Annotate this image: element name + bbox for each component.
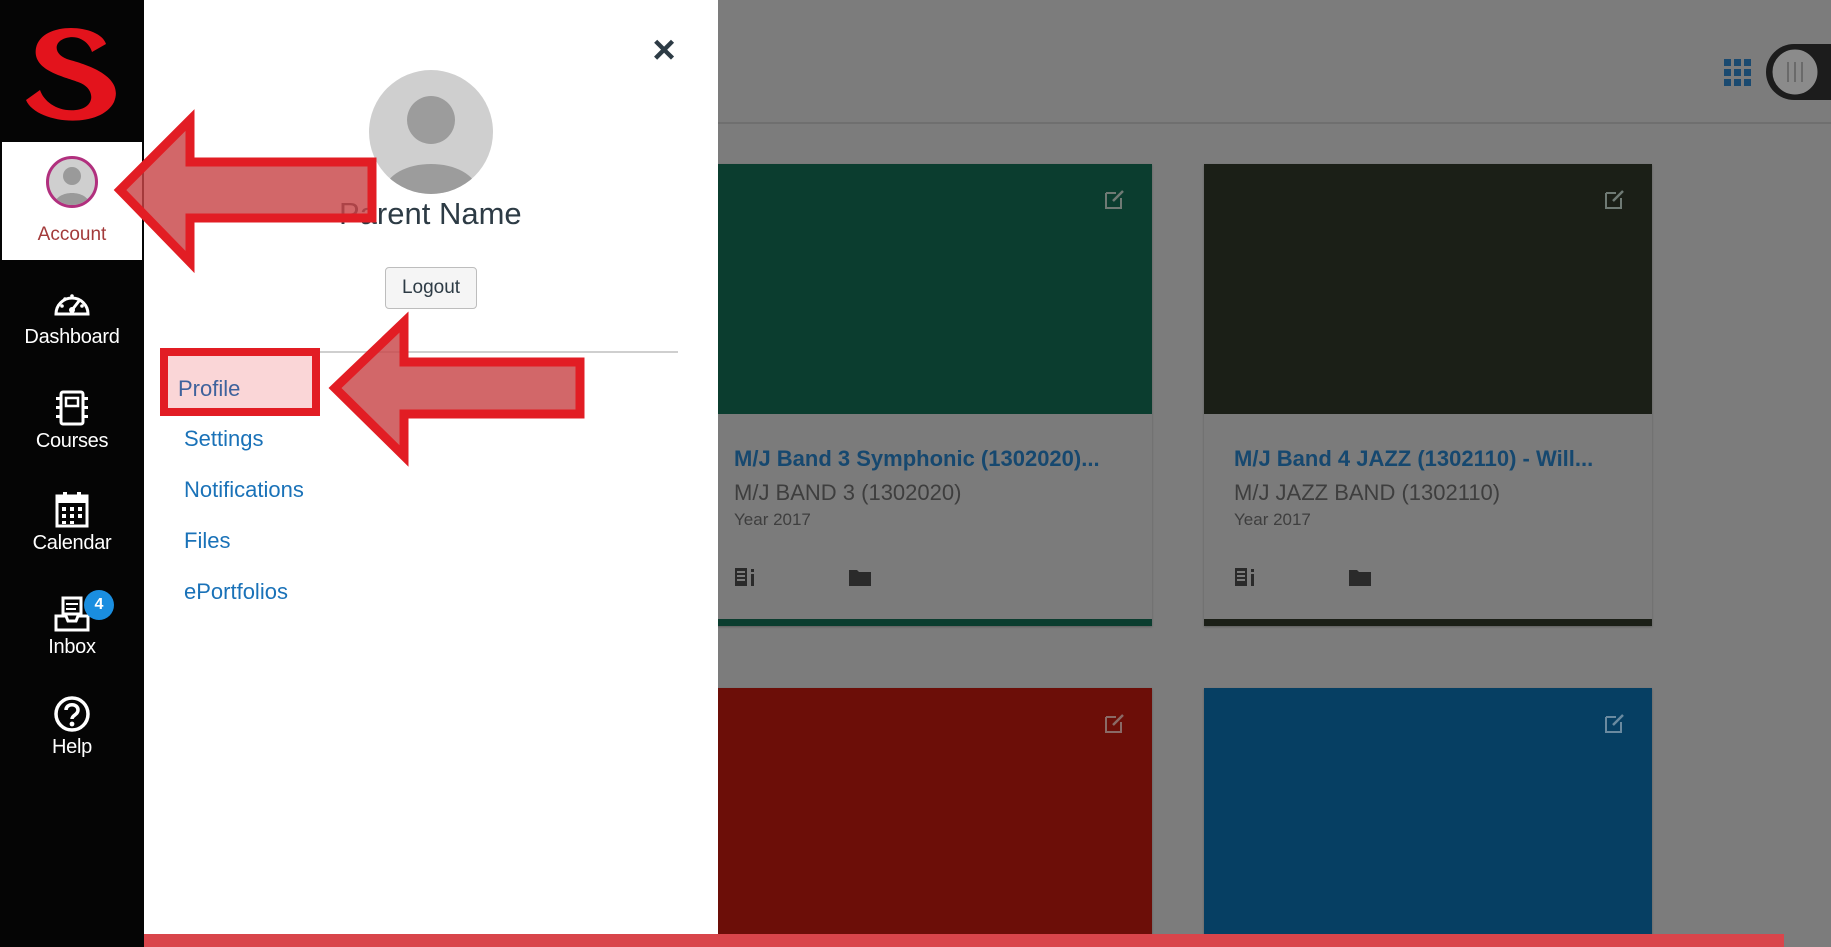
profile-pointer-arrow — [328, 311, 585, 467]
tutorial-banner — [144, 934, 1784, 947]
screen: M/J Band 3 Symphonic (1302020)... M/J BA… — [0, 0, 1831, 947]
